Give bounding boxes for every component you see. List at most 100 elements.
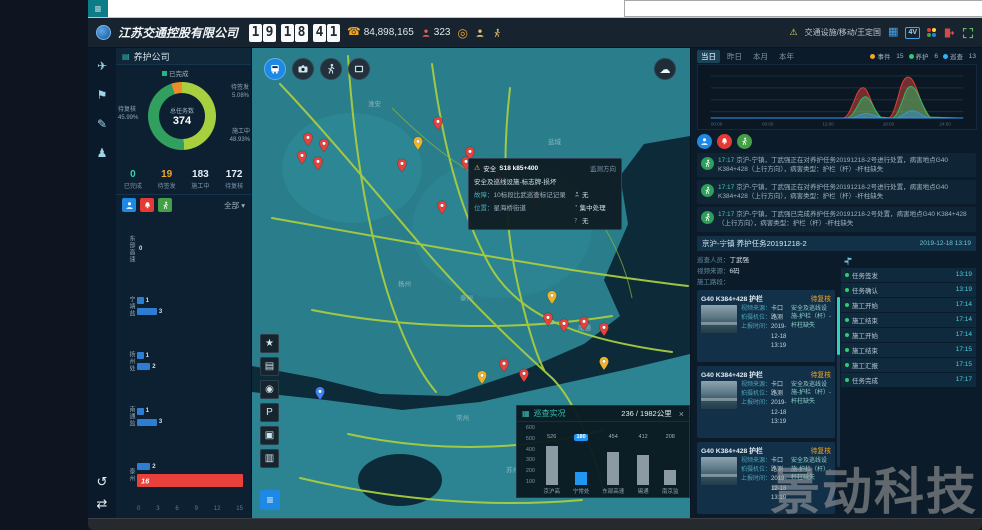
- route-icon[interactable]: ✈: [97, 60, 107, 72]
- svg-text:常州: 常州: [456, 413, 469, 422]
- left-icon-rail: ✈ ⚑ ✎ ♟ ↺ ⇄: [88, 48, 116, 518]
- facility-filter-button[interactable]: [697, 134, 712, 149]
- clock-icon: ◔: [574, 204, 578, 210]
- svg-text:扬州: 扬州: [398, 279, 411, 288]
- parking-tool[interactable]: P: [260, 403, 279, 422]
- favorite-tool[interactable]: ★: [260, 334, 279, 353]
- alert-filter-button[interactable]: [140, 198, 154, 212]
- screen-tool[interactable]: ▣: [260, 426, 279, 445]
- walker-icon: [701, 157, 714, 170]
- status-badge: 待复核: [811, 293, 831, 303]
- apps-icon[interactable]: [927, 28, 936, 37]
- defect-description: 安全及巡线设施-护栏（杆）-杆柱缺失: [791, 457, 831, 511]
- defect-photo[interactable]: [701, 381, 737, 409]
- event-panel: 当日 昨日 本月 本年 事件 15 养护 6 巡查 13: [690, 48, 982, 518]
- patrol-icon[interactable]: ♟: [97, 147, 108, 159]
- stat-completed: 0已完成: [116, 165, 150, 194]
- inspection-bar[interactable]: 454 东部高速: [602, 434, 624, 495]
- notification-item[interactable]: 17:17京沪-宁镇，丁武强正在对养护任务20191218-2号进行处置，病害地…: [697, 153, 976, 177]
- timeline-step: 施工开始17:14: [841, 328, 976, 342]
- svg-text:泰州: 泰州: [460, 293, 473, 302]
- alert-filter-button[interactable]: [717, 134, 732, 149]
- stat-review: 172待复核: [217, 165, 251, 194]
- defect-photo[interactable]: [701, 457, 737, 485]
- target-icon[interactable]: ◎: [457, 27, 467, 39]
- tab-month[interactable]: 本月: [749, 50, 772, 63]
- user-icon[interactable]: [475, 28, 485, 38]
- defect-type: 安全及巡线设施-标志牌-损坏: [474, 176, 616, 186]
- svg-text:18:00: 18:00: [883, 121, 895, 126]
- task-header[interactable]: 京沪-宁镇 养护任务20191218-2 2019-12-18 13:19: [697, 236, 976, 251]
- video-wall-button[interactable]: 4V: [905, 27, 920, 39]
- map-menu-button[interactable]: ≡: [260, 490, 280, 510]
- inspection-bar[interactable]: 412 锡通: [637, 434, 649, 495]
- donut-legend: 已完成: [162, 68, 189, 78]
- trend-legend: 事件 15 养护 6 巡查 13: [870, 51, 976, 61]
- weather-button[interactable]: ☁: [654, 58, 676, 80]
- defect-card[interactable]: G40 K384+428 护栏 待复核 视频来源：卡口 拍摄机位：路测 上报时间…: [697, 366, 835, 438]
- inspection-bar[interactable]: 526 京沪高: [543, 434, 560, 495]
- person-icon: [421, 28, 431, 38]
- traffic-layer-button[interactable]: [264, 58, 286, 80]
- undo-icon[interactable]: ↺: [97, 475, 108, 488]
- camera-layer-button[interactable]: [292, 58, 314, 80]
- phone-icon: ☎: [347, 27, 361, 38]
- task-donut: 总任务数 374: [148, 82, 216, 150]
- patrol-filter-button[interactable]: [158, 198, 172, 212]
- timeline-step: 施工结束17:15: [841, 343, 976, 357]
- grid-icon[interactable]: ▦: [888, 27, 898, 38]
- video-layer-button[interactable]: [348, 58, 370, 80]
- map-area[interactable]: 淮安 盐城 扬州 泰州 南通 常州 苏州: [252, 48, 690, 518]
- hamburger-menu-icon[interactable]: ≡: [88, 0, 108, 17]
- bar-group: 扬州处 1 2: [124, 349, 243, 373]
- online-counter: 323: [421, 27, 451, 38]
- defect-card[interactable]: G40 K384+428 护栏 待复核 视频来源：卡口 拍摄机位：路测 上报时间…: [697, 290, 835, 362]
- bar-group-highlight: 泰州 2 16: [124, 460, 243, 490]
- defect-card[interactable]: G40 K384+428 护栏 待复核 视频来源：卡口 拍摄机位：路测 上报时间…: [697, 442, 835, 514]
- droplet-tool[interactable]: ◉: [260, 380, 279, 399]
- svg-text:24:00: 24:00: [939, 121, 951, 126]
- facility-filter-button[interactable]: [122, 198, 136, 212]
- highlight-bar[interactable]: 16: [137, 474, 243, 487]
- svg-text:12:00: 12:00: [822, 121, 834, 126]
- close-icon[interactable]: ×: [679, 409, 684, 419]
- svg-text:盐城: 盐城: [548, 137, 562, 146]
- company-logo: [96, 25, 111, 40]
- user-breadcrumb: 交通设施/移动/王定国: [805, 27, 881, 38]
- pen-icon[interactable]: ✎: [97, 118, 107, 130]
- donut-label-pending: 待签发5.08%: [231, 85, 249, 100]
- timeline-step: 任务确认13:19: [841, 283, 976, 297]
- incident-tooltip: ⚠ 安全 S18 k85+400 监测方向 安全及巡线设施-标志牌-损坏 故障：…: [468, 158, 622, 230]
- patrol-filter-button[interactable]: [737, 134, 752, 149]
- svg-text:00:00: 00:00: [711, 121, 723, 126]
- layers-tool[interactable]: ▥: [260, 449, 279, 468]
- fullscreen-icon[interactable]: [962, 27, 974, 39]
- notification-item[interactable]: 17:17京沪-宁镇，丁武强正在对养护任务20191218-2号进行处置，病害地…: [697, 180, 976, 204]
- panel-title: 养护公司: [134, 50, 170, 63]
- tab-yesterday[interactable]: 昨日: [723, 50, 746, 63]
- logout-icon[interactable]: [943, 27, 955, 39]
- bar-group: 东部高速 0: [124, 235, 243, 263]
- inspection-title: 巡查实况: [534, 408, 566, 419]
- defect-description: 安全及巡线设施-护栏（杆）-杆柱缺失: [791, 381, 831, 435]
- switch-icon[interactable]: ⇄: [97, 497, 108, 510]
- inspection-bar[interactable]: 208 南京监: [662, 434, 679, 495]
- donut-center-value: 374: [173, 115, 191, 127]
- chart-tool[interactable]: ▤: [260, 357, 279, 376]
- panel-title-bar: ▤ 养护公司: [116, 48, 251, 65]
- status-badge: 待复核: [811, 369, 831, 379]
- tab-year[interactable]: 本年: [775, 50, 798, 63]
- warning-icon: ⚠: [790, 28, 798, 37]
- defect-photo[interactable]: [701, 305, 737, 333]
- user-icon-2[interactable]: [492, 28, 502, 38]
- warning-icon: ⚠: [474, 164, 480, 172]
- all-filter-dropdown[interactable]: 全部 ▾: [224, 200, 245, 211]
- scrollbar[interactable]: [837, 297, 840, 467]
- task-fields: 巡查人员：丁武强 视频来源：6码 施工路段：: [697, 255, 835, 288]
- notification-item[interactable]: 17:17京沪-宁镇，丁武强已完成养护任务20191218-2号处置，病害地点G…: [697, 207, 976, 231]
- flag-icon[interactable]: ⚑: [97, 89, 108, 101]
- inspection-bar-selected[interactable]: 180 宁常处: [573, 434, 590, 495]
- map-icon: ▦: [522, 409, 530, 418]
- tab-today[interactable]: 当日: [697, 50, 720, 63]
- patrol-layer-button[interactable]: [320, 58, 342, 80]
